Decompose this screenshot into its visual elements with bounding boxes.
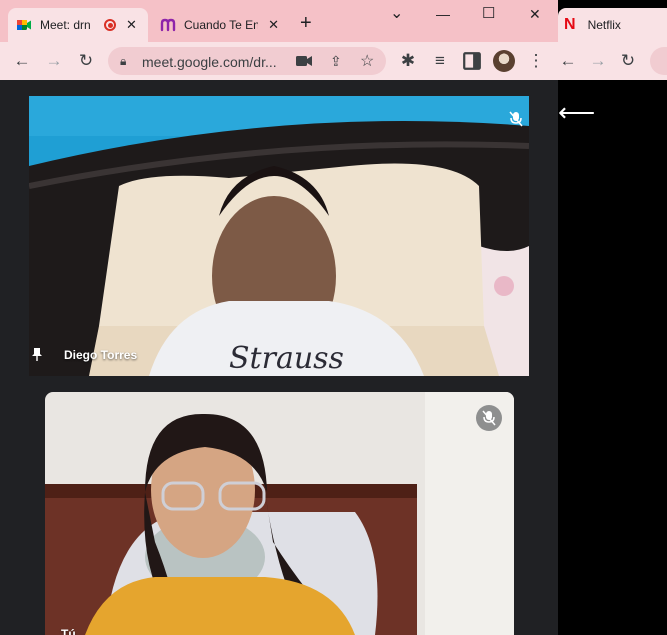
- menu-icon[interactable]: ⋮: [526, 51, 546, 71]
- profile-avatar[interactable]: [493, 50, 515, 72]
- tab-cuando[interactable]: Cuando Te Enc ✕: [152, 8, 287, 42]
- recording-icon: [104, 19, 116, 31]
- participant-tile-diego[interactable]: Strauss: [29, 96, 529, 376]
- netflix-browser-window: N Netflix ← → ↻: [558, 0, 667, 635]
- browser-toolbar: ← → ↻ 🔒︎ meet.google.com/dr... ⇪ ☆ ✱ ≡ ⋮: [0, 42, 558, 80]
- lock-icon: 🔒︎: [120, 54, 127, 68]
- maximize-button[interactable]: ☐: [482, 4, 495, 22]
- extensions-icon[interactable]: ✱: [398, 51, 418, 71]
- mic-off-icon: [476, 405, 502, 431]
- new-tab-button[interactable]: +: [300, 12, 312, 35]
- tab-cuando-title: Cuando Te Enc: [184, 18, 259, 32]
- mic-off-icon: [503, 106, 529, 132]
- participant-tile-self[interactable]: [45, 392, 514, 635]
- svg-text:Strauss: Strauss: [229, 341, 344, 376]
- participant-name-self: Tú: [61, 627, 76, 635]
- back-icon[interactable]: ←: [12, 51, 32, 71]
- tab-strip: Meet: drn ✕ Cuando Te Enc ✕ + ⌄ — ☐ ✕: [0, 0, 558, 42]
- reload-icon[interactable]: ↻: [76, 51, 96, 71]
- google-meet-icon: [17, 20, 31, 30]
- forward-icon[interactable]: →: [588, 51, 608, 71]
- share-icon[interactable]: ⇪: [330, 53, 342, 70]
- pin-icon[interactable]: [31, 347, 43, 361]
- side-panel-icon[interactable]: [462, 51, 482, 71]
- tab-close-icon[interactable]: ✕: [268, 17, 279, 33]
- netflix-icon: N: [564, 16, 576, 33]
- netflix-toolbar: ← → ↻: [558, 42, 667, 80]
- back-icon[interactable]: ←: [558, 51, 578, 71]
- address-bar[interactable]: 🔒︎ meet.google.com/dr... ⇪ ☆: [108, 47, 386, 75]
- address-bar[interactable]: [650, 47, 667, 75]
- netflix-back-arrow-icon[interactable]: ⟵: [558, 97, 595, 128]
- tab-meet-title: Meet: drn: [40, 18, 91, 32]
- tab-search-icon[interactable]: ⌄: [390, 3, 403, 23]
- media-control-icon[interactable]: ≡: [430, 51, 450, 71]
- self-video-feed: [45, 392, 514, 635]
- video-feed: Strauss: [29, 96, 529, 376]
- meet-browser-window: Meet: drn ✕ Cuando Te Enc ✕ + ⌄ — ☐ ✕ ← …: [0, 0, 558, 635]
- forward-icon[interactable]: →: [44, 51, 64, 71]
- reload-icon[interactable]: ↻: [618, 51, 638, 71]
- tab-netflix[interactable]: N Netflix: [558, 8, 667, 42]
- participant-name-diego: Diego Torres: [64, 348, 138, 362]
- tab-meet[interactable]: Meet: drn ✕: [8, 8, 148, 42]
- tab-netflix-title: Netflix: [587, 18, 621, 32]
- close-window-button[interactable]: ✕: [529, 6, 541, 23]
- tab-close-icon[interactable]: ✕: [126, 17, 137, 33]
- camera-icon[interactable]: [296, 55, 312, 67]
- m-logo-icon: [160, 18, 176, 32]
- url-text: meet.google.com/dr...: [142, 54, 277, 70]
- star-icon[interactable]: ☆: [360, 51, 374, 71]
- minimize-button[interactable]: —: [436, 6, 450, 22]
